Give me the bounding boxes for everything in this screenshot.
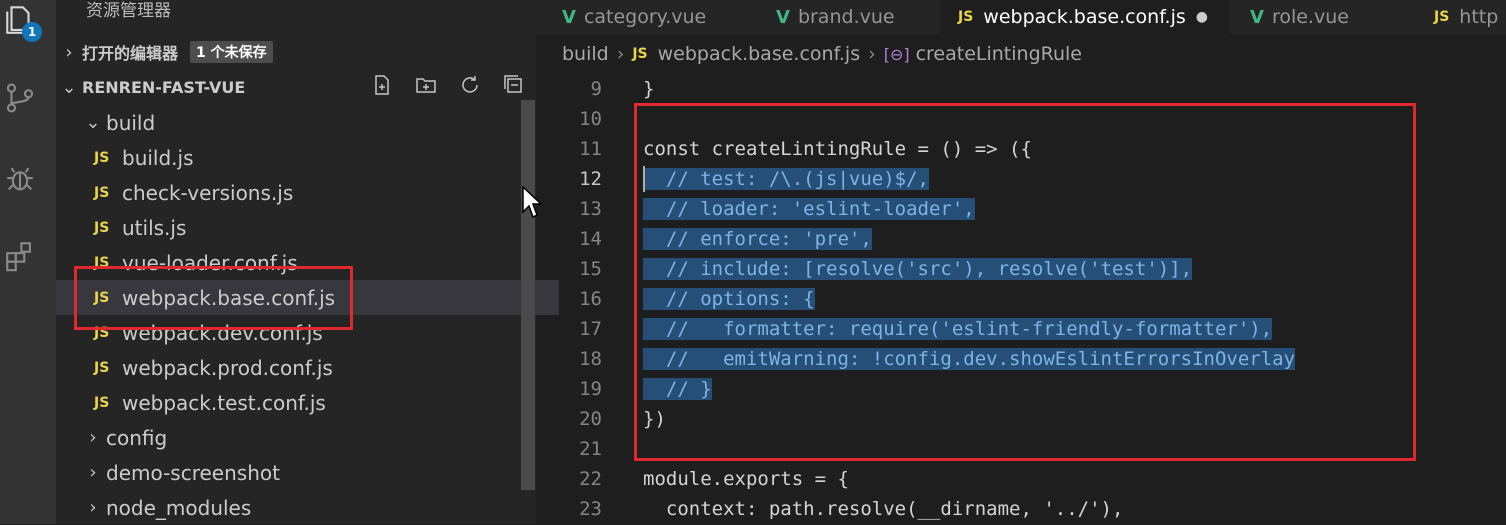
source-control-icon[interactable]: [0, 78, 40, 118]
chevron-right-icon: ›: [616, 43, 625, 65]
new-file-icon[interactable]: [360, 73, 404, 101]
line-number: 10: [579, 108, 602, 130]
tree-folder[interactable]: › node_modules: [56, 490, 545, 525]
code-text: module.exports = {: [643, 468, 849, 490]
vue-file-icon: V: [1250, 6, 1264, 28]
tree-item-label: build: [106, 110, 156, 135]
tab-role-vue[interactable]: V role.vue: [1232, 0, 1412, 34]
code-line: 22 module.exports = {: [536, 464, 1506, 494]
symbol-variable-icon: [⊖]: [883, 44, 910, 64]
mouse-pointer-icon: [522, 186, 542, 219]
collapse-all-icon[interactable]: [492, 73, 536, 101]
tree-folder-build[interactable]: ⌄ build: [56, 105, 545, 140]
tree-item-label: demo-screenshot: [106, 460, 280, 485]
js-file-icon: JS: [94, 359, 110, 376]
js-file-icon: JS: [94, 184, 110, 201]
explorer-badge: 1: [22, 22, 42, 42]
line-number: 17: [579, 318, 602, 340]
line-number: 13: [579, 198, 602, 220]
js-file-icon: JS: [94, 149, 110, 166]
tab-label: role.vue: [1271, 6, 1349, 28]
tree-item-label: utils.js: [122, 215, 187, 240]
sidebar-title: 资源管理器: [86, 1, 171, 21]
line-number: 16: [579, 288, 602, 310]
line-number: 14: [579, 228, 602, 250]
tab-label: webpack.base.conf.js: [983, 6, 1186, 28]
project-section[interactable]: ⌄ RENREN-FAST-VUE: [56, 70, 536, 104]
line-number: 21: [579, 438, 602, 460]
chevron-right-icon: ›: [65, 41, 73, 63]
line-number: 9: [590, 78, 602, 100]
project-name: RENREN-FAST-VUE: [82, 77, 246, 97]
tab-brand-vue[interactable]: V brand.vue: [758, 0, 938, 34]
vue-file-icon: V: [562, 6, 576, 28]
explorer-sidebar: 资源管理器 › 打开的编辑器 1 个未保存 ⌄ RENREN-FAST-VUE …: [56, 0, 559, 524]
tree-file[interactable]: JS webpack.prod.conf.js: [56, 350, 559, 385]
line-number: 12: [579, 168, 602, 190]
activity-bar: 1: [0, 0, 56, 524]
js-file-icon: JS: [1434, 9, 1450, 25]
chevron-right-icon: ›: [89, 427, 97, 448]
tree-item-label: webpack.test.conf.js: [122, 390, 326, 415]
new-folder-icon[interactable]: [404, 73, 448, 101]
line-number: 18: [579, 348, 602, 370]
extensions-icon[interactable]: [0, 236, 40, 276]
js-file-icon: JS: [94, 394, 110, 411]
tree-item-label: webpack.prod.conf.js: [122, 355, 333, 380]
tab-label: category.vue: [583, 6, 707, 28]
explorer-actions: [360, 70, 536, 104]
sidebar-scrollbar[interactable]: [521, 100, 535, 490]
code-line: 9 }: [536, 74, 1506, 104]
line-number: 11: [579, 138, 602, 160]
js-file-icon: JS: [958, 9, 974, 25]
editor-tabs: V category.vue V brand.vue JS webpack.ba…: [536, 0, 1506, 34]
tree-file[interactable]: JS build.js: [56, 140, 559, 175]
tree-item-label: build.js: [122, 145, 194, 170]
annotation-box-code: [634, 103, 1416, 461]
open-editors-section[interactable]: › 打开的编辑器 1 个未保存: [56, 35, 536, 69]
tree-item-label: check-versions.js: [122, 180, 294, 205]
tree-item-label: config: [106, 425, 168, 450]
breadcrumb-folder[interactable]: build: [562, 43, 609, 65]
code-line: 23 context: path.resolve(__dirname, '../…: [536, 494, 1506, 524]
line-number: 22: [579, 468, 602, 490]
chevron-right-icon: ›: [89, 462, 97, 483]
tab-label: http: [1459, 6, 1499, 28]
tab-http[interactable]: JS http: [1416, 0, 1506, 34]
breadcrumb-file[interactable]: webpack.base.conf.js: [658, 43, 860, 65]
tab-webpack-base-conf[interactable]: JS webpack.base.conf.js ●: [940, 0, 1230, 34]
debug-icon[interactable]: [0, 158, 40, 198]
line-number: 23: [579, 498, 602, 520]
js-file-icon: JS: [94, 219, 110, 236]
chevron-right-icon: ›: [89, 497, 97, 518]
line-number: 19: [579, 378, 602, 400]
annotation-box-file: [74, 266, 353, 330]
line-number: 20: [579, 408, 602, 430]
line-number: 15: [579, 258, 602, 280]
chevron-right-icon: ›: [868, 43, 876, 65]
code-text: context: path.resolve(__dirname, '../'),: [643, 498, 1124, 520]
vue-file-icon: V: [776, 6, 790, 28]
breadcrumb-symbol[interactable]: createLintingRule: [916, 43, 1082, 65]
js-file-icon: JS: [632, 46, 648, 62]
chevron-down-icon: ⌄: [85, 112, 101, 133]
code-text: }: [643, 78, 655, 100]
tree-file[interactable]: JS webpack.test.conf.js: [56, 385, 559, 420]
breadcrumb: build › JS webpack.base.conf.js › [⊖] cr…: [562, 37, 1082, 71]
tree-item-label: node_modules: [106, 495, 252, 520]
tree-folder[interactable]: › config: [56, 420, 545, 455]
tree-folder[interactable]: › demo-screenshot: [56, 455, 545, 490]
tab-label: brand.vue: [797, 6, 895, 28]
refresh-icon[interactable]: [448, 73, 492, 101]
chevron-down-icon: ⌄: [61, 76, 77, 98]
unsaved-badge: 1 个未保存: [190, 41, 273, 63]
tab-category-vue[interactable]: V category.vue: [544, 0, 754, 34]
open-editors-label: 打开的编辑器: [82, 44, 179, 63]
tree-file[interactable]: JS check-versions.js: [56, 175, 559, 210]
tree-file[interactable]: JS utils.js: [56, 210, 559, 245]
modified-dot-icon[interactable]: ●: [1196, 9, 1208, 25]
